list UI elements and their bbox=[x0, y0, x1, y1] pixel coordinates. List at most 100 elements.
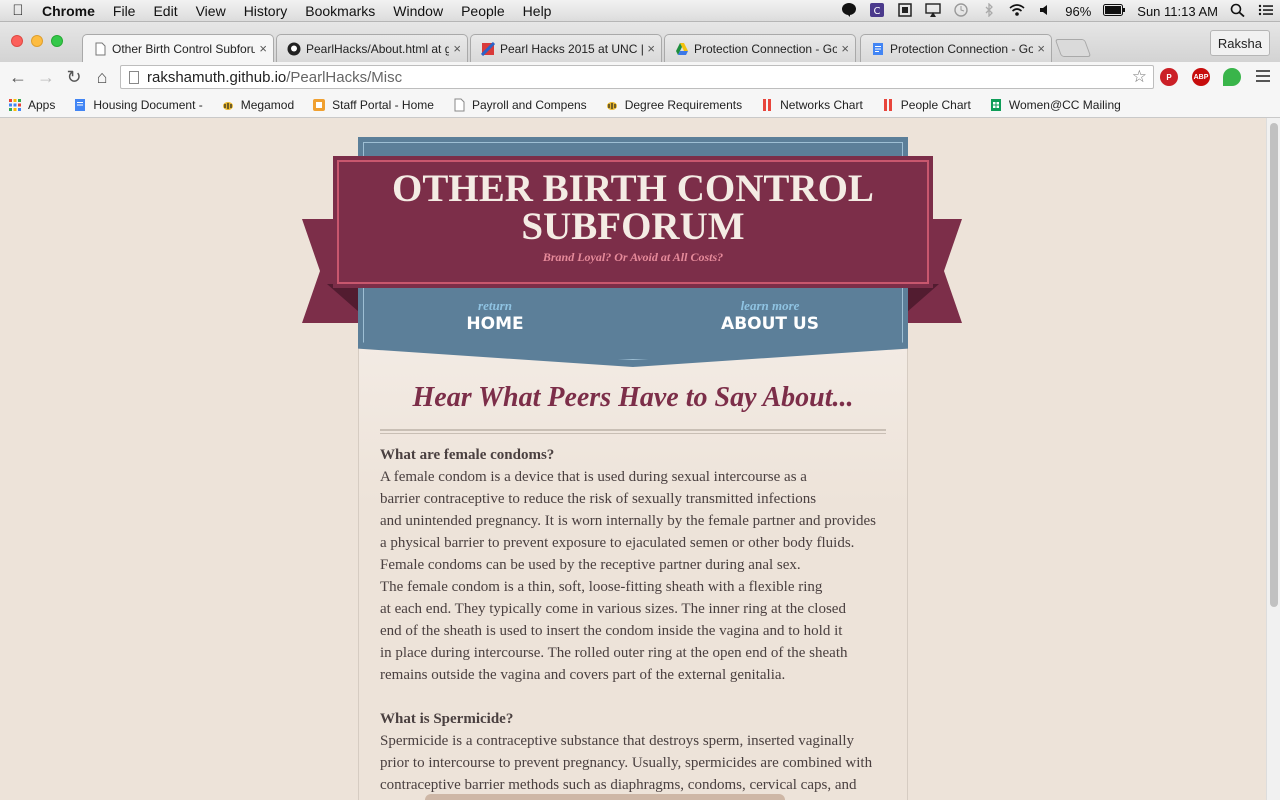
answer-line: contraceptive barrier methods such as di… bbox=[380, 777, 857, 793]
tab-other-birth-control[interactable]: Other Birth Control Subforum × bbox=[82, 34, 274, 62]
menu-edit[interactable]: Edit bbox=[144, 3, 186, 19]
pinterest-icon[interactable]: P bbox=[1160, 68, 1178, 86]
clock[interactable]: Sun 11:13 AM bbox=[1131, 4, 1224, 19]
chart-icon bbox=[763, 98, 772, 111]
site-title-line2: SUBFORUM bbox=[521, 205, 745, 248]
page-info-icon[interactable] bbox=[129, 70, 139, 84]
status-app-icon[interactable]: C bbox=[863, 2, 891, 20]
notification-center-icon[interactable] bbox=[1252, 3, 1280, 20]
url-host: rakshamuth.github.io bbox=[147, 68, 287, 86]
minimize-window-button[interactable] bbox=[31, 35, 43, 47]
tab-strip: Other Birth Control Subforum × PearlHack… bbox=[0, 22, 1280, 62]
chrome-menu-icon[interactable] bbox=[1256, 67, 1270, 83]
bluetooth-icon[interactable] bbox=[975, 2, 1003, 20]
spotlight-search-icon[interactable] bbox=[1224, 3, 1252, 20]
status-bubble-icon[interactable] bbox=[835, 2, 863, 20]
menu-file[interactable]: File bbox=[104, 3, 145, 19]
bookmark-women-cc[interactable]: Women@CC Mailing bbox=[989, 98, 1121, 112]
close-tab-icon[interactable]: × bbox=[841, 41, 849, 56]
back-arrow-icon[interactable]: ← bbox=[4, 67, 32, 88]
bookmark-payroll[interactable]: Payroll and Compens bbox=[452, 98, 587, 112]
battery-percent[interactable]: 96% bbox=[1059, 4, 1097, 19]
bookmark-label: People Chart bbox=[900, 97, 971, 112]
answer-line: a physical barrier to prevent exposure t… bbox=[380, 535, 855, 551]
answer-line: prior to intercourse to prevent pregnanc… bbox=[380, 755, 873, 771]
bookmark-apps[interactable]: Apps bbox=[8, 98, 55, 112]
pearlhacks-icon bbox=[480, 41, 496, 56]
answer-line: and unintended pregnancy. It is worn int… bbox=[380, 513, 876, 529]
bookmark-degree-requirements[interactable]: Degree Requirements bbox=[605, 98, 742, 112]
bee-icon bbox=[606, 101, 617, 110]
forward-arrow-icon[interactable]: → bbox=[32, 67, 60, 88]
screen-capture-icon[interactable] bbox=[891, 2, 919, 20]
answer-line: remains outside the vagina and covers pa… bbox=[380, 667, 786, 683]
menu-chrome[interactable]: Chrome bbox=[36, 3, 104, 19]
google-drive-icon bbox=[675, 42, 689, 56]
close-window-button[interactable] bbox=[11, 35, 23, 47]
bookmark-star-icon[interactable]: ☆ bbox=[1132, 67, 1147, 87]
tab-protection-connection-drive[interactable]: Protection Connection - Google Drive × bbox=[664, 34, 856, 62]
home-icon[interactable]: ⌂ bbox=[88, 67, 116, 88]
volume-icon[interactable] bbox=[1031, 3, 1059, 20]
google-docs-icon bbox=[75, 98, 86, 111]
bookmark-label: Networks Chart bbox=[780, 97, 863, 112]
evernote-clipper-icon[interactable] bbox=[1223, 68, 1241, 86]
time-machine-icon[interactable] bbox=[947, 2, 975, 20]
url-path: /PearlHacks/Misc bbox=[286, 68, 403, 86]
nav-home-link[interactable]: return HOME bbox=[395, 298, 595, 334]
page-icon bbox=[93, 42, 107, 56]
tab-title: Protection Connection - Google Drive bbox=[694, 41, 837, 56]
menu-help[interactable]: Help bbox=[514, 3, 561, 19]
bookmark-megamod[interactable]: Megamod bbox=[221, 98, 294, 112]
tab-title: PearlHacks/About.html at gh-pages bbox=[306, 41, 449, 56]
page-scrollbar[interactable] bbox=[1266, 118, 1280, 800]
bookmark-label: Women@CC Mailing bbox=[1008, 97, 1121, 112]
adblock-plus-icon[interactable]: ABP bbox=[1192, 68, 1210, 86]
bookmark-label: Staff Portal - Home bbox=[332, 97, 434, 112]
answer-line: in place during intercourse. The rolled … bbox=[380, 645, 848, 661]
nav-about-link[interactable]: learn more ABOUT US bbox=[670, 298, 870, 334]
site-title: OTHER BIRTH CONTROL SUBFORUM bbox=[333, 167, 933, 248]
answer-line: end of the sheath is used to insert the … bbox=[380, 623, 843, 639]
apps-grid-icon bbox=[9, 98, 21, 111]
menu-history[interactable]: History bbox=[235, 3, 297, 19]
sheets-icon bbox=[990, 98, 1001, 111]
bookmark-label: Degree Requirements bbox=[624, 97, 743, 112]
bookmark-people-chart[interactable]: People Chart bbox=[881, 98, 971, 112]
new-tab-button[interactable] bbox=[1054, 39, 1092, 57]
bookmark-networks-chart[interactable]: Networks Chart bbox=[760, 98, 863, 112]
site-tagline: Brand Loyal? Or Avoid at All Costs? bbox=[542, 250, 724, 264]
portal-icon bbox=[313, 98, 326, 111]
close-tab-icon[interactable]: × bbox=[1037, 41, 1045, 56]
close-tab-icon[interactable]: × bbox=[647, 41, 655, 56]
reload-icon[interactable]: ↻ bbox=[60, 67, 88, 88]
tab-protection-connection-docs[interactable]: Protection Connection - Google Docs × bbox=[860, 34, 1052, 62]
bookmark-staff-portal[interactable]: Staff Portal - Home bbox=[312, 98, 434, 112]
menu-people[interactable]: People bbox=[452, 3, 514, 19]
tab-pearlhacks-about[interactable]: PearlHacks/About.html at gh-pages × bbox=[276, 34, 468, 62]
apple-menu-icon[interactable]:  bbox=[0, 2, 36, 19]
profile-button[interactable]: Raksha bbox=[1209, 30, 1270, 56]
bookmarks-bar: Apps Housing Document - Megamod Staff Po… bbox=[0, 92, 1280, 118]
tab-pearl-hacks-2015[interactable]: Pearl Hacks 2015 at UNC | Hackathon × bbox=[470, 34, 662, 62]
close-tab-icon[interactable]: × bbox=[453, 41, 461, 56]
nav-about-label: ABOUT US bbox=[721, 314, 819, 334]
svg-text:C: C bbox=[874, 6, 881, 17]
bookmark-housing-document[interactable]: Housing Document - bbox=[73, 98, 203, 112]
menu-bookmarks[interactable]: Bookmarks bbox=[296, 3, 384, 19]
close-tab-icon[interactable]: × bbox=[259, 41, 267, 56]
address-bar[interactable]: rakshamuth.github.io/PearlHacks/Misc ☆ bbox=[120, 65, 1154, 89]
answer-line: A female condom is a device that is used… bbox=[380, 469, 807, 485]
answer-line: The female condom is a thin, soft, loose… bbox=[380, 579, 823, 595]
answer-line: Spermicide is a contraceptive substance … bbox=[380, 733, 855, 749]
tab-title: Pearl Hacks 2015 at UNC | Hackathon bbox=[500, 41, 643, 56]
airplay-icon[interactable] bbox=[919, 2, 947, 20]
zoom-window-button[interactable] bbox=[51, 35, 63, 47]
scrollbar-thumb[interactable] bbox=[1270, 123, 1278, 607]
menu-view[interactable]: View bbox=[187, 3, 235, 19]
google-docs-icon bbox=[871, 42, 885, 56]
battery-icon[interactable] bbox=[1097, 3, 1131, 19]
menu-window[interactable]: Window bbox=[384, 3, 452, 19]
wifi-icon[interactable] bbox=[1003, 3, 1031, 20]
site-title-line1: OTHER BIRTH CONTROL bbox=[392, 167, 874, 210]
